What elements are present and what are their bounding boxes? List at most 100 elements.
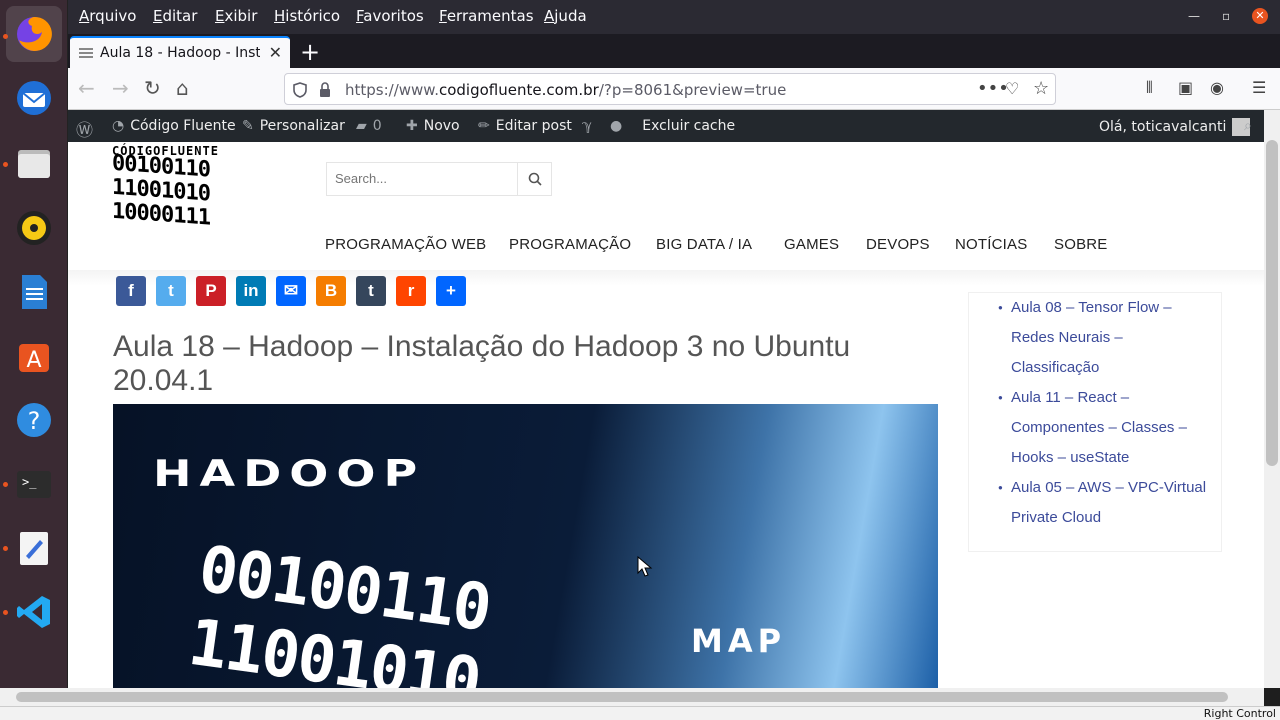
back-icon[interactable]: ← (78, 76, 95, 100)
help-icon[interactable]: ? (12, 398, 56, 442)
thunderbird-icon[interactable] (12, 76, 56, 120)
share-button[interactable]: t (356, 276, 386, 306)
sidebar-recent-posts: Aula 08 – Tensor Flow – Redes Neurais – … (968, 292, 1222, 552)
vscode-icon[interactable] (12, 590, 56, 634)
search-button[interactable] (517, 163, 551, 195)
wp-comments-link[interactable]: ▰ 0 (356, 118, 382, 134)
sidebar-post-link[interactable]: Aula 08 – Tensor Flow – Redes Neurais – … (998, 293, 1209, 383)
site-search (326, 162, 552, 196)
forward-icon[interactable]: → (112, 76, 129, 100)
text-editor-icon[interactable] (12, 526, 56, 570)
share-button[interactable]: + (436, 276, 466, 306)
host-key-label: Right Control (1203, 707, 1276, 720)
share-button[interactable]: in (236, 276, 266, 306)
plus-icon: ✚ (406, 118, 418, 134)
site-logo[interactable]: CÓDIGOFLUENTE 00100110 11001010 10000111 (112, 144, 292, 231)
hamburger-menu-icon[interactable]: ☰ (1252, 78, 1266, 97)
wp-greeting[interactable]: Olá, toticavalcanti (1099, 118, 1251, 136)
hero-binary: 00100110 11001010 (184, 532, 495, 688)
sidebar-toggle-icon[interactable]: ▣ (1178, 78, 1193, 97)
comment-icon: ▰ (356, 118, 367, 134)
new-tab-button[interactable]: + (300, 38, 320, 66)
menu-historico[interactable]: Histórico (274, 7, 340, 25)
nav-programacao[interactable]: PROGRAMAÇÃO (509, 236, 631, 253)
share-button[interactable]: ✉ (276, 276, 306, 306)
status-dot-icon: ● (610, 118, 623, 134)
menu-ajuda[interactable]: Ajuda (544, 7, 587, 25)
rhythmbox-icon[interactable] (12, 206, 56, 250)
share-button[interactable]: f (116, 276, 146, 306)
page-content: CÓDIGOFLUENTE 00100110 11001010 10000111… (68, 142, 1264, 688)
navigation-toolbar: ← → ↻ ⌂ https://www.codigofluente.com.br… (68, 68, 1280, 110)
sidebar-post-link[interactable]: Aula 05 – AWS – VPC-Virtual Private Clou… (998, 473, 1209, 533)
tracking-shield-icon[interactable] (293, 82, 307, 98)
menu-favoritos[interactable]: Favoritos (356, 7, 424, 25)
nav-games[interactable]: GAMES (784, 236, 839, 253)
window-close-icon[interactable]: ✕ (1252, 8, 1268, 24)
search-input[interactable] (335, 171, 515, 186)
wp-customize-link[interactable]: ✎ Personalizar (242, 118, 345, 134)
wp-clear-cache-link[interactable]: ● Excluir cache (610, 118, 735, 134)
home-icon[interactable]: ⌂ (176, 76, 189, 100)
featured-image: HADOOP 00100110 11001010 MAP (113, 404, 938, 688)
brush-icon: ✎ (242, 118, 254, 134)
ubuntu-dock: A ? >_ (0, 0, 68, 720)
lock-icon[interactable] (319, 82, 331, 98)
sidebar-post-link[interactable]: Aula 11 – React – Componentes – Classes … (998, 383, 1209, 473)
menu-exibir[interactable]: Exibir (215, 7, 257, 25)
nav-noticias[interactable]: NOTÍCIAS (955, 236, 1027, 253)
share-button[interactable]: B (316, 276, 346, 306)
wp-edit-post-link[interactable]: ✏ Editar post (478, 118, 572, 134)
nav-programacao-web[interactable]: PROGRAMAÇÃO WEB (325, 236, 486, 253)
hero-tag: MAP (691, 622, 787, 660)
vertical-scrollbar[interactable] (1264, 110, 1280, 688)
reload-icon[interactable]: ↻ (144, 76, 161, 100)
svg-text:?: ? (28, 407, 41, 435)
post-title: Aula 18 – Hadoop – Instalação do Hadoop … (113, 330, 851, 397)
menu-ferramentas[interactable]: Ferramentas (439, 7, 534, 25)
wp-site-link[interactable]: ◔ Código Fluente (112, 118, 236, 134)
files-icon[interactable] (12, 142, 56, 186)
share-button[interactable]: t (156, 276, 186, 306)
vm-status-bar: Right Control (0, 706, 1280, 720)
wp-search-icon[interactable]: ⌕ (1244, 118, 1252, 134)
nav-devops[interactable]: DEVOPS (866, 236, 930, 253)
share-button[interactable]: r (396, 276, 426, 306)
restore-icon[interactable]: ▫ (1222, 9, 1230, 23)
search-icon (528, 172, 542, 186)
horizontal-scrollbar[interactable] (0, 688, 1264, 706)
menu-arquivo[interactable]: Arquivo (79, 7, 136, 25)
menu-editar[interactable]: Editar (153, 7, 197, 25)
horizontal-scroll-thumb[interactable] (16, 692, 1228, 702)
tab-strip: Aula 18 - Hadoop - Instal ✕ + (68, 34, 1280, 68)
tab-active[interactable]: Aula 18 - Hadoop - Instal ✕ (70, 36, 290, 68)
account-icon[interactable]: ◉ (1210, 78, 1224, 97)
nav-big-data-ia[interactable]: BIG DATA / IA (656, 236, 752, 253)
firefox-icon[interactable] (6, 6, 62, 62)
wp-admin-bar: Ⓦ ◔ Código Fluente ✎ Personalizar ▰ 0 ✚ Novo… (68, 110, 1264, 142)
share-button[interactable]: P (196, 276, 226, 306)
url-bar[interactable]: https://www.codigofluente.com.br/?p=8061… (284, 73, 1056, 105)
library-icon[interactable]: ⫴ (1146, 78, 1153, 98)
tab-title: Aula 18 - Hadoop - Instal (100, 45, 260, 61)
vertical-scroll-thumb[interactable] (1266, 140, 1278, 466)
dashboard-icon: ◔ (112, 118, 125, 134)
writer-icon[interactable] (12, 270, 56, 314)
bookmark-star-icon[interactable]: ☆ (1033, 78, 1049, 99)
svg-text:A: A (26, 348, 41, 373)
pocket-icon[interactable]: ♡ (1005, 79, 1019, 98)
wp-new-link[interactable]: ✚ Novo (406, 118, 460, 134)
hero-heading: HADOOP (153, 451, 426, 495)
tab-close-icon[interactable]: ✕ (269, 43, 282, 62)
software-center-icon[interactable]: A (12, 334, 56, 378)
main-navigation: PROGRAMAÇÃO WEB PROGRAMAÇÃO BIG DATA / I… (68, 234, 1264, 258)
minimize-icon[interactable]: — (1188, 9, 1200, 23)
pencil-icon: ✏ (478, 118, 490, 134)
yoast-icon[interactable]: ℽ (582, 118, 598, 134)
nav-sobre[interactable]: SOBRE (1054, 236, 1108, 253)
terminal-icon[interactable]: >_ (12, 462, 56, 506)
svg-text:>_: >_ (22, 475, 37, 489)
mouse-cursor-icon (637, 556, 653, 577)
tab-favicon-icon (79, 48, 93, 58)
wordpress-logo-icon[interactable]: Ⓦ (76, 116, 93, 141)
